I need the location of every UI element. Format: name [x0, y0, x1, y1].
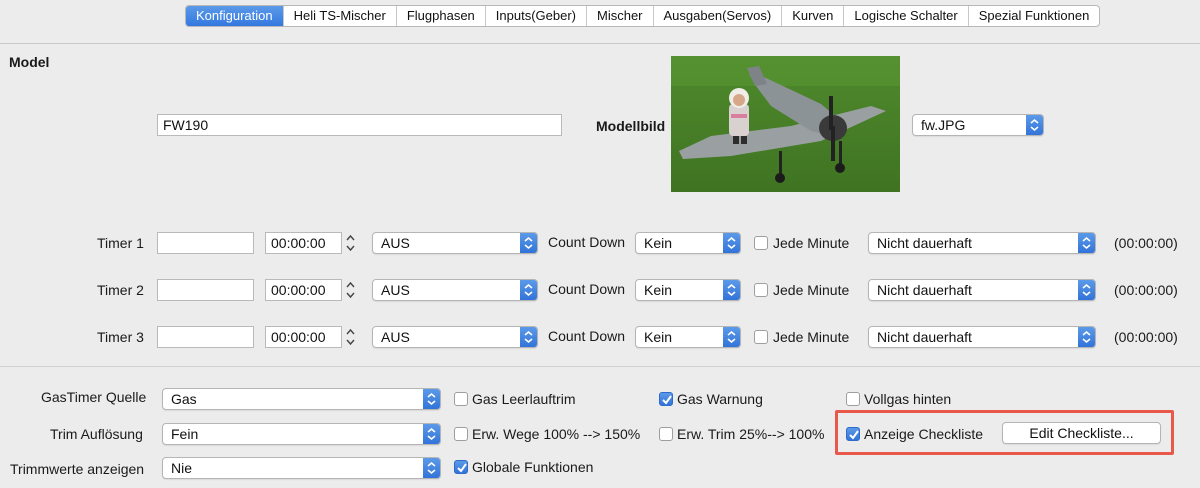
chevron-up-down-icon — [520, 233, 537, 253]
timer-1-minute-checkbox[interactable] — [754, 236, 768, 250]
timer-1-mode-select[interactable]: AUS — [372, 232, 538, 254]
configuration-panel: Model FW190 Modellbild fw.JPG Timer 1 00… — [0, 44, 1200, 488]
extended-limits-checkbox[interactable] — [454, 427, 468, 441]
checkmark-icon — [662, 395, 672, 405]
timer-2-name-field[interactable] — [157, 279, 254, 301]
timer-1-direction-value: Kein — [644, 235, 673, 251]
chevron-up-down-icon — [1078, 327, 1095, 347]
stepper-icon[interactable] — [345, 279, 356, 301]
timer-3-direction-value: Kein — [644, 329, 673, 345]
gas-source-value: Gas — [171, 391, 197, 407]
timer-3-mode-value: AUS — [381, 329, 410, 345]
tab-inputs-geber[interactable]: Inputs(Geber) — [486, 6, 587, 26]
full-throttle-rear-label: Vollgas hinten — [864, 391, 952, 407]
checkmark-icon — [457, 463, 467, 473]
gas-idle-trim-label: Gas Leerlauftrim — [472, 391, 576, 407]
timer-2-count-down-label: Count Down — [548, 281, 626, 297]
timer-2-label: Timer 2 — [97, 282, 144, 298]
section-divider — [0, 366, 1200, 367]
gas-warning-label: Gas Warnung — [677, 391, 763, 407]
trim-show-select[interactable]: Nie — [162, 457, 441, 479]
timer-3-minute-checkbox[interactable] — [754, 330, 768, 344]
timer-2-persist-value: Nicht dauerhaft — [877, 282, 972, 298]
timer-2-minute-checkbox[interactable] — [754, 283, 768, 297]
model-image — [671, 56, 900, 192]
tab-spezial-funktionen[interactable]: Spezial Funktionen — [969, 6, 1100, 26]
chevron-up-down-icon — [723, 327, 740, 347]
timer-2-persist-select[interactable]: Nicht dauerhaft — [868, 279, 1096, 301]
trim-resolution-label: Trim Auflösung — [50, 426, 143, 442]
timer-3-time-field[interactable]: 00:00:00 — [265, 326, 342, 348]
extended-limits-label: Erw. Wege 100% --> 150% — [472, 426, 641, 442]
global-functions-checkbox[interactable] — [454, 460, 468, 474]
chevron-up-down-icon — [423, 424, 440, 444]
chevron-up-down-icon — [723, 233, 740, 253]
tab-bar: Konfiguration Heli TS-Mischer Flugphasen… — [0, 0, 1200, 44]
extended-trim-label: Erw. Trim 25%--> 100% — [677, 426, 825, 442]
global-functions-label: Globale Funktionen — [472, 459, 594, 475]
timer-3-name-field[interactable] — [157, 326, 254, 348]
timer-2-direction-select[interactable]: Kein — [635, 279, 741, 301]
chevron-up-down-icon — [1078, 280, 1095, 300]
gas-warning-checkbox[interactable] — [659, 392, 673, 406]
tab-heli-ts-mischer[interactable]: Heli TS-Mischer — [284, 6, 397, 26]
chevron-up-down-icon — [423, 389, 440, 409]
chevron-up-down-icon — [520, 327, 537, 347]
timer-3-direction-select[interactable]: Kein — [635, 326, 741, 348]
chevron-up-down-icon — [1078, 233, 1095, 253]
timer-1-persist-time: (00:00:00) — [1114, 235, 1178, 251]
timer-3-persist-select[interactable]: Nicht dauerhaft — [868, 326, 1096, 348]
tab-mischer[interactable]: Mischer — [587, 6, 654, 26]
timer-3-minute-label: Jede Minute — [773, 329, 850, 345]
timer-1-count-down-label: Count Down — [548, 234, 626, 250]
model-image-select-value: fw.JPG — [921, 117, 966, 133]
timer-1-label: Timer 1 — [97, 235, 144, 251]
chevron-up-down-icon — [520, 280, 537, 300]
trim-show-label: Trimmwerte anzeigen — [10, 461, 145, 477]
model-image-label: Modellbild — [596, 118, 666, 134]
timer-3-count-down-label: Count Down — [548, 328, 626, 344]
gas-idle-trim-checkbox[interactable] — [454, 392, 468, 406]
timer-3-label: Timer 3 — [97, 329, 144, 345]
timer-1-time-field[interactable]: 00:00:00 — [265, 232, 342, 254]
timer-2-mode-value: AUS — [381, 282, 410, 298]
timer-2-persist-time: (00:00:00) — [1114, 282, 1178, 298]
extended-trim-checkbox[interactable] — [659, 427, 673, 441]
tab-strip: Konfiguration Heli TS-Mischer Flugphasen… — [185, 5, 1101, 27]
timer-1-mode-value: AUS — [381, 235, 410, 251]
checklist-highlight — [835, 410, 1174, 455]
chevron-up-down-icon — [1026, 115, 1043, 135]
trim-show-value: Nie — [171, 460, 193, 476]
model-image-select[interactable]: fw.JPG — [912, 114, 1044, 136]
timer-3-persist-time: (00:00:00) — [1114, 329, 1178, 345]
timer-2-mode-select[interactable]: AUS — [372, 279, 538, 301]
trim-resolution-value: Fein — [171, 426, 199, 442]
timer-1-direction-select[interactable]: Kein — [635, 232, 741, 254]
chevron-up-down-icon — [423, 458, 440, 478]
tab-ausgaben-servos[interactable]: Ausgaben(Servos) — [654, 6, 783, 26]
chevron-up-down-icon — [723, 280, 740, 300]
timer-2-minute-label: Jede Minute — [773, 282, 850, 298]
tab-logische-schalter[interactable]: Logische Schalter — [844, 6, 969, 26]
timer-3-mode-select[interactable]: AUS — [372, 326, 538, 348]
stepper-icon[interactable] — [345, 232, 356, 254]
timer-1-name-field[interactable] — [157, 232, 254, 254]
tab-flugphasen[interactable]: Flugphasen — [397, 6, 486, 26]
timer-1-minute-label: Jede Minute — [773, 235, 850, 251]
model-name-field[interactable]: FW190 — [157, 114, 562, 136]
timer-3-persist-value: Nicht dauerhaft — [877, 329, 972, 345]
tab-kurven[interactable]: Kurven — [782, 6, 845, 26]
stepper-icon[interactable] — [345, 326, 356, 348]
tab-konfiguration[interactable]: Konfiguration — [186, 6, 284, 26]
trim-resolution-select[interactable]: Fein — [162, 423, 441, 445]
full-throttle-rear-checkbox[interactable] — [846, 392, 860, 406]
timer-2-direction-value: Kein — [644, 282, 673, 298]
timer-1-persist-select[interactable]: Nicht dauerhaft — [868, 232, 1096, 254]
gas-source-label: GasTimer Quelle — [41, 389, 147, 405]
timer-1-persist-value: Nicht dauerhaft — [877, 235, 972, 251]
model-section-label: Model — [9, 54, 50, 70]
timer-2-time-field[interactable]: 00:00:00 — [265, 279, 342, 301]
gas-source-select[interactable]: Gas — [162, 388, 441, 410]
